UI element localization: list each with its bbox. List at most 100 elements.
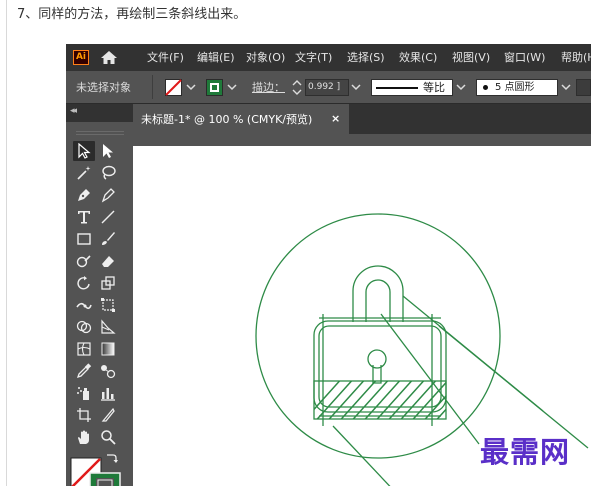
rectangle-tool[interactable] [73,229,95,249]
stepper-icon[interactable] [291,78,303,97]
collapse-panel-icon[interactable]: ◂◂ [70,106,77,116]
menu-view[interactable]: 视图(V) [452,50,490,65]
pen-tool[interactable] [73,185,95,205]
stroke-color-swatch[interactable] [206,79,223,96]
zoom-icon [101,430,116,445]
rectangle-icon [77,233,91,245]
menu-edit[interactable]: 编辑(E) [197,50,235,65]
hand-tool[interactable] [73,427,95,447]
document-tab-title: 未标题-1* @ 100 % (CMYK/预览) [141,113,313,126]
profile-label: 等比 [423,81,445,94]
rotate-icon [77,276,90,290]
slice-tool[interactable] [97,405,119,425]
lock-body-outer [313,320,447,413]
app-logo: Ai [73,50,89,65]
chevron-down-icon[interactable] [560,79,572,96]
type-icon [78,211,90,224]
free-transform-tool[interactable] [97,295,119,315]
chevron-down-icon[interactable] [455,79,467,96]
artboard-tool[interactable] [73,405,95,425]
line-segment-icon [101,210,115,224]
menu-select[interactable]: 选择(S) [347,50,385,65]
zoom-tool[interactable] [97,427,119,447]
direct-selection-arrow-icon [103,144,113,158]
tools-panel-header: ◂◂ [66,104,133,122]
width-icon [76,302,92,310]
hand-icon [78,430,89,444]
type-tool[interactable] [73,207,95,227]
watermark-logo: 最需网 [480,435,571,469]
perspective-grid-tool[interactable] [97,317,119,337]
free-transform-icon [101,298,115,312]
pen-icon [78,189,90,201]
stroke-label[interactable]: 描边： [252,80,285,95]
chevron-down-icon[interactable] [350,79,362,96]
width-tool[interactable] [73,295,95,315]
fill-stroke-widget[interactable] [70,457,130,486]
scale-tool[interactable] [97,273,119,293]
line-segment-tool[interactable] [97,207,119,227]
menu-effect[interactable]: 效果(C) [399,50,437,65]
curvature-pen-icon [101,188,115,203]
curvature-tool[interactable] [97,185,119,205]
menu-window[interactable]: 窗口(W) [504,50,545,65]
fill-none-swatch[interactable] [165,79,182,96]
menu-object[interactable]: 对象(O) [246,50,285,65]
panel-grip [76,131,124,135]
paintbrush-tool[interactable] [97,229,119,249]
brush-dot-icon [483,85,488,90]
magic-wand-icon [77,166,91,180]
slash-line [380,313,480,445]
gradient-tool[interactable] [97,339,119,359]
blend-tool[interactable] [97,361,119,381]
selection-status: 未选择对象 [76,81,131,94]
shackle-inner [365,279,391,322]
menu-bar: Ai 文件(F) 编辑(E) 对象(O) 文字(T) 选择(S) 效果(C) 视… [66,44,591,71]
overflow-button[interactable] [576,79,591,96]
chevron-down-icon[interactable] [226,79,238,96]
home-icon[interactable] [100,50,118,65]
lasso-tool[interactable] [97,163,119,183]
symbol-sprayer-tool[interactable] [73,383,95,403]
eraser-icon [102,256,114,267]
variable-width-profile[interactable]: 等比 [371,79,453,96]
menu-help[interactable]: 帮助(H [561,50,591,65]
outer-circle [255,213,501,459]
document-tab-bar: 未标题-1* @ 100 % (CMYK/预览) × [133,104,591,134]
step-caption: 7、同样的方法，再绘制三条斜线出来。 [17,7,247,22]
slash-line [332,425,391,486]
menu-type[interactable]: 文字(T) [295,50,332,65]
brush-definition[interactable]: 5 点圆形 [476,79,558,96]
illustrator-screenshot: Ai 文件(F) 编辑(E) 对象(O) 文字(T) 选择(S) 效果(C) 视… [66,44,591,486]
chevron-down-icon[interactable] [185,79,197,96]
keyhole-circle [367,349,387,369]
mesh-tool[interactable] [73,339,95,359]
rotate-tool[interactable] [73,273,95,293]
shaper-icon [76,255,91,268]
shape-builder-tool[interactable] [73,317,95,337]
document-tab[interactable]: 未标题-1* @ 100 % (CMYK/预览) × [133,104,349,134]
selection-arrow-icon [78,143,91,159]
eyedropper-tool[interactable] [73,361,95,381]
column-graph-tool[interactable] [97,383,119,403]
menu-file[interactable]: 文件(F) [147,50,184,65]
gradient-icon [101,342,115,356]
magic-wand-tool[interactable] [73,163,95,183]
close-icon[interactable]: × [331,111,340,126]
slice-icon [101,407,115,422]
symbol-sprayer-icon [77,387,89,400]
shaper-tool[interactable] [73,251,95,271]
profile-line [376,87,418,89]
eraser-tool[interactable] [97,251,119,271]
shackle-outer [352,265,404,322]
article-left-border [6,0,7,486]
stroke-weight-input[interactable]: 0.992 ] [305,79,349,96]
direct-selection-tool[interactable] [97,141,119,161]
scale-icon [101,276,115,290]
selection-tool[interactable] [73,141,95,161]
brush-label: 5 点圆形 [495,82,535,93]
control-bar: 未选择对象 描边： 0.992 ] 等比 5 点圆形 [66,71,591,104]
blend-icon [101,365,116,379]
mesh-icon [77,342,91,356]
slash-line [438,325,589,449]
